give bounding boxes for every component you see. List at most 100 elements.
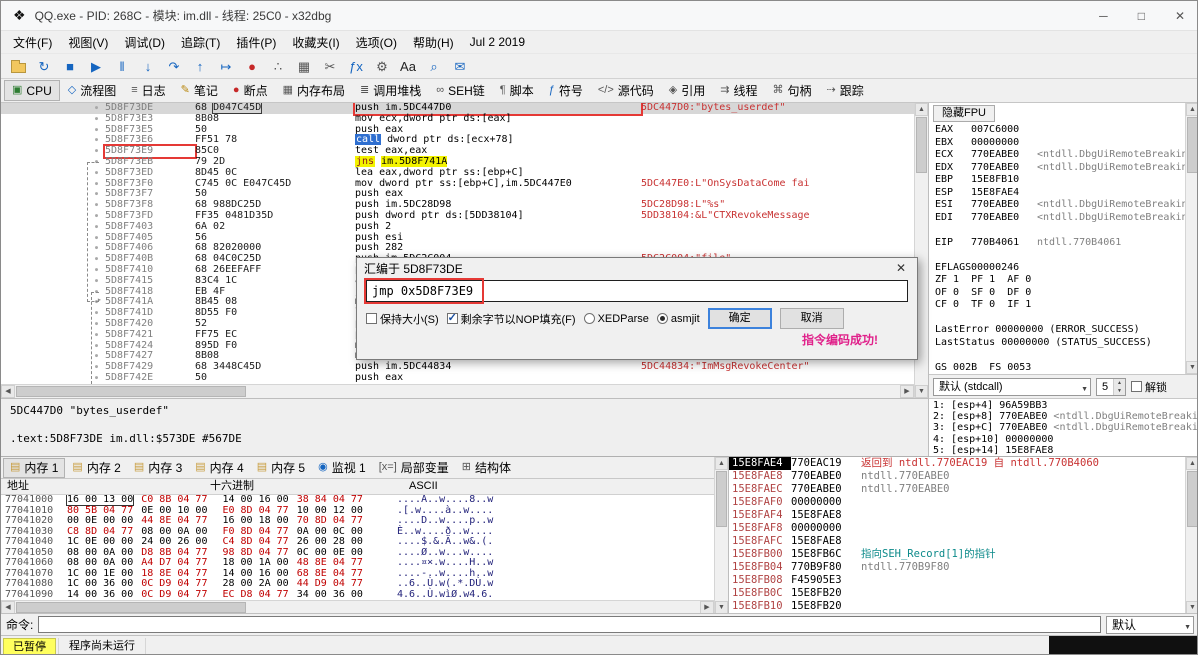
stack-row[interactable]: 15E8FAF8 00000000 <box>729 522 1185 535</box>
step-into-button[interactable]: ↓ <box>136 55 160 77</box>
scroll-left-icon[interactable]: ◀ <box>1 385 15 398</box>
memory-map-button[interactable]: ▦ <box>292 55 316 77</box>
hide-fpu-button[interactable]: 隐藏FPU <box>933 105 995 122</box>
menu-item-2[interactable]: 调试(D) <box>116 32 173 53</box>
step-out-button[interactable]: ↑ <box>188 55 212 77</box>
maximize-button[interactable]: □ <box>1138 9 1145 23</box>
patch-button[interactable]: ✂ <box>318 55 342 77</box>
register-row[interactable]: GS 002B FS 0053 <box>935 362 1186 375</box>
scroll-down-icon[interactable]: ▼ <box>915 385 928 398</box>
call-argument-row[interactable]: 1: [esp+4] 96A59BB3 <box>933 400 1196 411</box>
stack-vertical-scrollbar[interactable]: ▲ ▼ <box>1185 457 1197 614</box>
menu-item-1[interactable]: 视图(V) <box>60 32 116 53</box>
register-row[interactable]: EBX 00000000 <box>935 137 1186 150</box>
menu-item-3[interactable]: 追踪(T) <box>173 32 228 53</box>
scroll-thumb[interactable] <box>1187 471 1197 527</box>
scroll-up-icon[interactable]: ▲ <box>1186 457 1197 470</box>
stack-row[interactable]: 15E8FB08 F45905E3 <box>729 574 1185 587</box>
stack-row[interactable]: 15E8FB0C 15E8FB20 <box>729 587 1185 600</box>
stop-button[interactable]: ■ <box>58 55 82 77</box>
scroll-thumb[interactable] <box>16 602 246 613</box>
stack-row[interactable]: 15E8FAF4 15E8FAE8 <box>729 509 1185 522</box>
trace-button[interactable]: ∴ <box>266 55 290 77</box>
register-row[interactable]: LastStatus 00000000 (STATUS_SUCCESS) <box>935 337 1186 350</box>
scroll-thumb[interactable] <box>1187 117 1197 173</box>
menu-item-5[interactable]: 收藏夹(I) <box>284 32 347 53</box>
command-input[interactable] <box>38 616 1101 633</box>
stack-row[interactable]: 15E8FAEC 770EABE0 ntdll.770EABE0 <box>729 483 1185 496</box>
tab-handles[interactable]: ⌘ 句柄 <box>765 80 818 101</box>
scroll-thumb[interactable] <box>716 471 727 527</box>
stack-row[interactable]: 15E8FAF0 00000000 <box>729 496 1185 509</box>
close-button[interactable]: ✕ <box>1175 9 1185 23</box>
register-row[interactable]: ECX 770EABE0 <ntdll.DbgUiRemoteBreakin> <box>935 149 1186 162</box>
call-argument-row[interactable]: 2: [esp+8] 770EABE0 <ntdll.DbgUiRemoteBr… <box>933 411 1197 422</box>
register-row[interactable]: EBP 15E8FB10 <box>935 174 1186 187</box>
dump-row[interactable]: 77041060 08 00 0A 00 A4 D7 04 77 18 00 1A 0… <box>1 557 714 569</box>
run-to-user-code-button[interactable]: ↦ <box>214 55 238 77</box>
tab-source[interactable]: </> 源代码 <box>591 80 661 101</box>
disasm-horizontal-scrollbar[interactable]: ◀ ▶ <box>1 384 914 398</box>
tab-watch-1[interactable]: ◉ 监视 1 <box>312 458 372 478</box>
tab-cpu[interactable]: ▣ CPU <box>4 80 60 101</box>
register-row[interactable]: OF 0 SF 0 DF 0 <box>935 287 1186 300</box>
keep-size-checkbox[interactable]: 保持大小(S) <box>366 311 439 327</box>
menu-item-0[interactable]: 文件(F) <box>5 32 60 53</box>
scroll-up-icon[interactable]: ▲ <box>915 103 928 116</box>
unlock-checkbox[interactable]: 解锁 <box>1131 379 1167 395</box>
settings-gear-button[interactable]: ⚙ <box>370 55 394 77</box>
stack-row[interactable]: 15E8FAE8 770EABE0 ntdll.770EABE0 <box>729 470 1185 483</box>
cancel-button[interactable]: 取消 <box>779 308 844 329</box>
tab-memory-map[interactable]: ▦ 内存布局 <box>276 80 352 101</box>
menu-item-6[interactable]: 选项(O) <box>348 32 405 53</box>
breakpoint-button[interactable]: ● <box>240 55 264 77</box>
font-size-button[interactable]: Aa <box>396 55 420 77</box>
open-file-button[interactable] <box>6 55 30 77</box>
disasm-row[interactable]: ● 5D8F7403 6A 02 push 2 <box>1 221 914 233</box>
register-row[interactable]: EAX 007C6000 <box>935 124 1186 137</box>
register-row[interactable] <box>935 224 1186 237</box>
scroll-thumb[interactable] <box>16 386 246 397</box>
tab-breakpoints[interactable]: ● 断点 <box>226 80 275 101</box>
xedparse-radio[interactable]: XEDParse <box>583 313 649 325</box>
tab-locals[interactable]: [x=] 局部变量 <box>373 458 455 478</box>
tab-memory-1[interactable]: ▤ 内存 1 <box>3 457 66 478</box>
calculator-button[interactable]: ƒx <box>344 55 368 77</box>
menu-item-8[interactable]: Jul 2 2019 <box>462 33 533 51</box>
stack-row[interactable]: 15E8FAFC 15E8FAE8 <box>729 535 1185 548</box>
disasm-row[interactable]: ● 5D8F742E 50 push eax <box>1 372 914 384</box>
asmjit-radio[interactable]: asmjit <box>656 313 700 325</box>
tab-memory-4[interactable]: ▤ 内存 4 <box>189 458 249 478</box>
stack-row[interactable]: 15E8FB00 15E8FB6C 指向SEH_Record[1]的指针 <box>729 548 1185 561</box>
minimize-button[interactable]: ─ <box>1099 9 1108 23</box>
menu-item-4[interactable]: 插件(P) <box>228 32 284 53</box>
register-row[interactable]: ZF 1 PF 1 AF 0 <box>935 274 1186 287</box>
tab-threads[interactable]: ⇉ 线程 <box>713 80 764 101</box>
run-button[interactable]: ▶ <box>84 55 108 77</box>
call-argument-row[interactable]: 3: [esp+C] 770EABE0 <ntdll.DbgUiRemoteBr… <box>933 422 1197 433</box>
chat-button[interactable]: ✉ <box>448 55 472 77</box>
tab-references[interactable]: ◈ 引用 <box>662 80 712 101</box>
tab-symbols[interactable]: ƒ 符号 <box>542 80 590 101</box>
scroll-thumb[interactable] <box>916 117 927 173</box>
assemble-instruction-input[interactable] <box>366 280 908 302</box>
tab-script[interactable]: ¶ 脚本 <box>493 80 541 101</box>
ok-button[interactable]: 确定 <box>707 308 772 329</box>
register-row[interactable] <box>935 312 1186 325</box>
scroll-right-icon[interactable]: ▶ <box>900 385 914 398</box>
call-argument-row[interactable]: 4: [esp+10] 00000000 <box>933 434 1196 445</box>
restart-button[interactable]: ↻ <box>32 55 56 77</box>
register-row[interactable]: LastError 00000000 (ERROR_SUCCESS) <box>935 324 1186 337</box>
tab-graph[interactable]: ◇ 流程图 <box>61 80 123 101</box>
tab-memory-3[interactable]: ▤ 内存 3 <box>128 458 188 478</box>
stack-row[interactable]: 15E8FB10 15E8FB20 <box>729 600 1185 613</box>
tab-log[interactable]: ≡ 日志 <box>124 80 172 101</box>
search-button[interactable]: ⌕ <box>422 55 446 77</box>
scroll-up-icon[interactable]: ▲ <box>715 457 728 470</box>
stack-row[interactable]: 15E8FB04 770B9F80 ntdll.770B9F80 <box>729 561 1185 574</box>
dialog-close-icon[interactable]: ✕ <box>892 261 910 275</box>
scroll-up-icon[interactable]: ▲ <box>1186 103 1197 116</box>
register-row[interactable]: ESI 770EABE0 <ntdll.DbgUiRemoteBreakin> <box>935 199 1186 212</box>
fill-nop-checkbox[interactable]: 剩余字节以NOP填充(F) <box>446 311 576 327</box>
register-row[interactable]: EFLAGS00000246 <box>935 262 1186 275</box>
